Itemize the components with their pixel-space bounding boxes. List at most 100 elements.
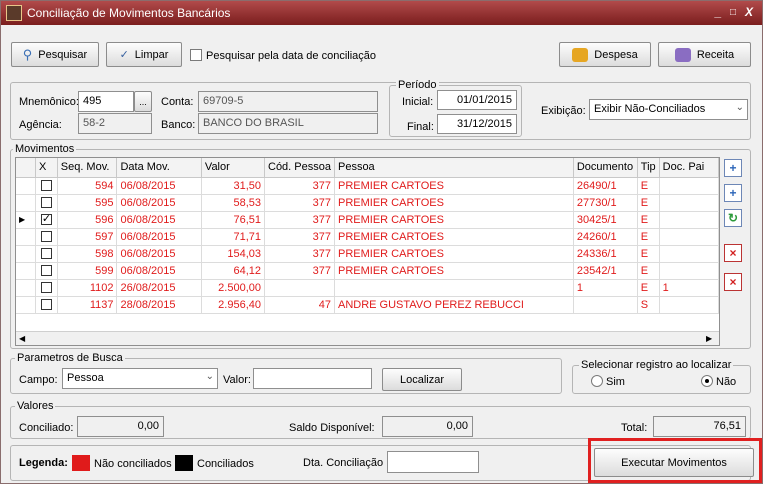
code-cell[interactable]: 377 <box>264 177 335 195</box>
value-cell[interactable]: 64,12 <box>201 262 266 280</box>
maximize-button[interactable]: □ <box>730 7 736 18</box>
table-row[interactable]: 594 06/08/2015 31,50 377 PREMIER CARTOES 2649… <box>16 177 719 195</box>
row-checkbox[interactable] <box>35 177 58 195</box>
document-cell[interactable]: 27730/1 <box>573 194 638 212</box>
value-input[interactable] <box>253 368 372 389</box>
row-check-icon[interactable] <box>40 180 52 192</box>
code-cell[interactable]: 377 <box>264 194 335 212</box>
row-indicator[interactable] <box>16 245 37 263</box>
table-row[interactable]: 1137 28/08/2015 2.956,40 47 ANDRE GUSTAVO PE… <box>16 296 719 314</box>
person-cell[interactable]: ANDRE GUSTAVO PEREZ REBUCCI <box>334 296 574 314</box>
person-cell[interactable]: PREMIER CARTOES <box>334 194 574 212</box>
grid-vertical-scrollbar[interactable]: ▲ ▼ <box>719 158 720 331</box>
seq-cell[interactable]: 1102 <box>57 279 118 297</box>
seq-cell[interactable]: 598 <box>57 245 118 263</box>
radio-yes[interactable] <box>591 375 603 387</box>
document-cell[interactable]: 1 <box>573 279 638 297</box>
parent-doc-cell[interactable] <box>659 194 719 212</box>
seq-cell[interactable]: 594 <box>57 177 118 195</box>
row-checkbox[interactable] <box>35 194 58 212</box>
parent-doc-cell[interactable] <box>659 228 719 246</box>
execute-movements-button[interactable]: Executar Movimentos <box>594 448 754 477</box>
parent-doc-cell[interactable] <box>659 245 719 263</box>
field-select[interactable]: Pessoa ⌄ <box>62 368 218 389</box>
date-cell[interactable]: 06/08/2015 <box>116 177 202 195</box>
type-cell[interactable]: E <box>637 177 660 195</box>
row-indicator[interactable] <box>16 194 37 212</box>
add-record-icon[interactable]: + <box>724 159 742 177</box>
table-row[interactable]: 1102 26/08/2015 2.500,00 1 E 1 <box>16 279 719 297</box>
by-reconcile-date-checkbox[interactable] <box>190 49 202 61</box>
row-indicator[interactable] <box>16 279 37 297</box>
start-date-field[interactable]: 01/01/2015 <box>437 90 517 110</box>
parent-doc-cell[interactable] <box>659 210 719 229</box>
value-cell[interactable]: 2.956,40 <box>201 296 266 314</box>
row-checkbox[interactable] <box>35 245 58 263</box>
code-cell[interactable]: 377 <box>264 245 335 263</box>
date-cell[interactable]: 06/08/2015 <box>116 262 202 280</box>
end-date-field[interactable]: 31/12/2015 <box>437 114 517 134</box>
person-cell[interactable] <box>334 279 574 297</box>
seq-cell[interactable]: 596 <box>57 210 118 229</box>
value-cell[interactable]: 31,50 <box>201 177 266 195</box>
locate-button[interactable]: Localizar <box>382 368 462 391</box>
mnemonic-field[interactable]: 495 <box>78 91 134 112</box>
col-header-type[interactable]: Tip <box>637 158 660 178</box>
seq-cell[interactable]: 599 <box>57 262 118 280</box>
refresh-icon[interactable]: ↻ <box>724 209 742 227</box>
col-header-date[interactable]: Data Mov. <box>116 158 202 178</box>
parent-doc-cell[interactable] <box>659 262 719 280</box>
code-cell[interactable]: 377 <box>264 228 335 246</box>
date-cell[interactable]: 06/08/2015 <box>116 210 202 229</box>
type-cell[interactable]: E <box>637 245 660 263</box>
title-bar[interactable]: Conciliação de Movimentos Bancários _ □ … <box>1 1 762 25</box>
row-indicator[interactable] <box>16 262 37 280</box>
delete-record-icon[interactable]: × <box>724 244 742 262</box>
col-header-check[interactable]: X <box>35 158 58 178</box>
code-cell[interactable]: 377 <box>264 262 335 280</box>
col-header-document[interactable]: Documento <box>573 158 638 178</box>
row-check-icon[interactable] <box>40 299 52 311</box>
table-row[interactable]: 595 06/08/2015 58,53 377 PREMIER CARTOES 2773… <box>16 194 719 212</box>
grid-horizontal-scrollbar[interactable]: ◀ ▶ <box>16 331 719 345</box>
row-checkbox[interactable] <box>35 262 58 280</box>
row-check-icon[interactable] <box>40 282 52 294</box>
person-cell[interactable]: PREMIER CARTOES <box>334 262 574 280</box>
type-cell[interactable]: E <box>637 279 660 297</box>
person-cell[interactable]: PREMIER CARTOES <box>334 228 574 246</box>
seq-cell[interactable]: 1137 <box>57 296 118 314</box>
type-cell[interactable]: E <box>637 262 660 280</box>
date-cell[interactable]: 06/08/2015 <box>116 194 202 212</box>
reconcile-date-field[interactable] <box>387 451 479 473</box>
type-cell[interactable]: S <box>637 296 660 314</box>
row-indicator[interactable] <box>16 177 37 195</box>
type-cell[interactable]: E <box>637 210 660 229</box>
radio-no[interactable] <box>701 375 713 387</box>
document-cell[interactable]: 26490/1 <box>573 177 638 195</box>
value-cell[interactable]: 76,51 <box>201 210 266 229</box>
row-checkbox[interactable] <box>35 279 58 297</box>
value-cell[interactable]: 71,71 <box>201 228 266 246</box>
value-cell[interactable]: 2.500,00 <box>201 279 266 297</box>
col-header-parent[interactable]: Doc. Pai <box>659 158 719 178</box>
person-cell[interactable]: PREMIER CARTOES <box>334 177 574 195</box>
scroll-right-icon[interactable]: ▶ <box>706 334 712 343</box>
date-cell[interactable]: 06/08/2015 <box>116 228 202 246</box>
table-row[interactable]: 599 06/08/2015 64,12 377 PREMIER CARTOES 2354… <box>16 262 719 280</box>
clear-button[interactable]: ✓ Limpar <box>106 42 182 67</box>
row-indicator[interactable] <box>16 296 37 314</box>
document-cell[interactable]: 24336/1 <box>573 245 638 263</box>
row-check-icon[interactable] <box>40 231 52 243</box>
document-cell[interactable]: 30425/1 <box>573 210 638 229</box>
col-header-seq[interactable]: Seq. Mov. <box>57 158 118 178</box>
row-checkbox[interactable] <box>35 210 58 229</box>
col-header-person[interactable]: Pessoa <box>334 158 574 178</box>
code-cell[interactable] <box>264 279 335 297</box>
person-cell[interactable]: PREMIER CARTOES <box>334 210 574 229</box>
seq-cell[interactable]: 597 <box>57 228 118 246</box>
document-cell[interactable]: 24260/1 <box>573 228 638 246</box>
minimize-button[interactable]: _ <box>715 5 722 19</box>
parent-doc-cell[interactable] <box>659 177 719 195</box>
value-cell[interactable]: 154,03 <box>201 245 266 263</box>
row-check-icon[interactable] <box>40 197 52 209</box>
